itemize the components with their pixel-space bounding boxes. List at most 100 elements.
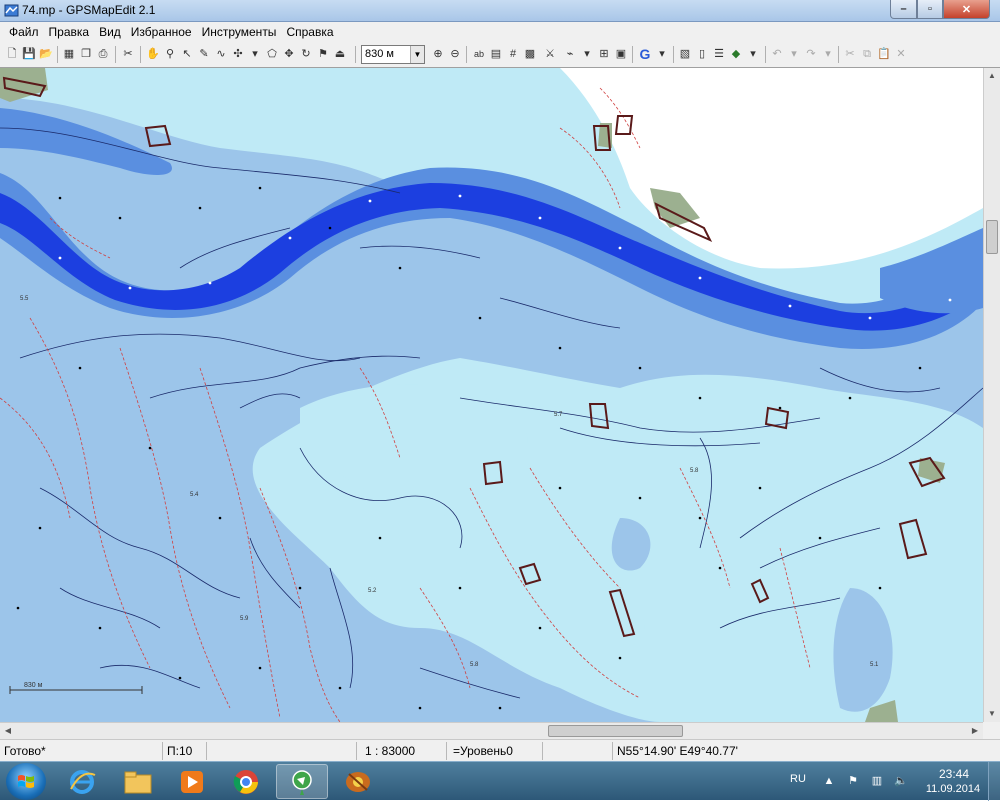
language-indicator[interactable]: RU [790, 773, 806, 785]
title-bar[interactable]: 74.mp - GPSMapEdit 2.1 – ▫ ✕ [0, 0, 1000, 22]
status-empty [206, 742, 356, 760]
polyline-tool-icon[interactable]: ∿ [213, 46, 229, 62]
map-sheet-icon[interactable]: ▧ [677, 46, 693, 62]
move-tool-icon[interactable]: ✥ [281, 46, 297, 62]
status-empty [542, 742, 612, 760]
chrome-icon[interactable] [220, 764, 272, 799]
routing-icon[interactable]: ⚔ [542, 46, 558, 62]
text-labels-icon[interactable]: ab [471, 46, 487, 62]
dropdown-arrow-icon[interactable]: ▾ [579, 46, 595, 62]
clock-date[interactable]: 11.09.2014 [922, 783, 984, 795]
edit-tool-icon[interactable]: ✎ [196, 46, 212, 62]
menu-tools[interactable]: Инструменты [197, 22, 282, 42]
dropdown-arrow-icon[interactable]: ▾ [745, 46, 761, 62]
clock-time[interactable]: 23:44 [934, 767, 974, 781]
chevron-down-icon[interactable]: ▼ [410, 46, 424, 63]
copy-icon[interactable]: ❐ [78, 46, 94, 62]
zoom-in-icon[interactable]: ⊕ [430, 46, 446, 62]
cut-tool-icon[interactable]: ✂ [120, 46, 136, 62]
layers-icon[interactable]: ◆ [728, 46, 744, 62]
undo-icon[interactable]: ↶ [769, 46, 785, 62]
polygon-tool-icon[interactable]: ⬠ [264, 46, 280, 62]
depth-map[interactable]: 5.7 5.5 5.2 5.8 5.9 5.8 5.1 5.4 830 м [0, 68, 983, 722]
print-icon[interactable]: ⎙ [95, 46, 111, 62]
transparency-icon[interactable]: ▤ [488, 46, 504, 62]
menu-edit[interactable]: Правка [44, 22, 95, 42]
zoom-tool-icon[interactable]: ⚲ [162, 46, 178, 62]
raster-icon[interactable]: ▩ [522, 46, 538, 62]
action-center-flag-icon[interactable]: ⚑ [846, 775, 860, 788]
scroll-down-icon[interactable]: ▼ [984, 706, 1000, 722]
depth-label: 5.9 [240, 616, 249, 622]
rotate-tool-icon[interactable]: ↻ [298, 46, 314, 62]
select-tool-icon[interactable]: ↖ [179, 46, 195, 62]
cut-icon[interactable]: ✂ [842, 46, 858, 62]
menu-file[interactable]: Файл [4, 22, 44, 42]
file-explorer-icon[interactable] [112, 764, 164, 799]
status-objects: П:10 [162, 742, 206, 760]
dropdown-arrow-icon[interactable]: ▾ [247, 46, 263, 62]
minimize-button[interactable]: – [890, 0, 917, 19]
network-icon[interactable]: ▥ [870, 775, 884, 788]
gps-icon[interactable]: ⌁ [562, 46, 578, 62]
dropdown-arrow-icon[interactable]: ▾ [820, 46, 836, 62]
show-hidden-icons-icon[interactable]: ▲ [822, 775, 836, 788]
volume-muted-icon[interactable]: 🔈 [894, 775, 908, 788]
gpsmapedit-icon[interactable] [276, 764, 328, 799]
depth-label: 5.2 [368, 588, 377, 594]
scale-bar-label: 830 м [24, 682, 43, 689]
vertical-scrollbar[interactable]: ▲ ▼ [983, 68, 1000, 722]
zoom-out-icon[interactable]: ⊖ [447, 46, 463, 62]
status-coordinates: N55°14.90' E49°40.77' [612, 742, 1000, 760]
dropdown-arrow-icon[interactable]: ▾ [654, 46, 670, 62]
internet-explorer-icon[interactable] [56, 764, 108, 799]
windows-logo-icon [18, 775, 34, 788]
attributes-icon[interactable]: ☰ [711, 46, 727, 62]
hand-tool-icon[interactable]: ✋ [145, 46, 161, 62]
menu-bar: Файл Правка Вид Избранное Инструменты Сп… [0, 22, 1000, 42]
menu-help[interactable]: Справка [281, 22, 338, 42]
horizontal-scrollbar[interactable]: ◀ ▶ [0, 722, 983, 739]
paste-icon[interactable]: 📋 [876, 46, 892, 62]
toolbar: 🗋 💾 📂 ▦ ❐ ⎙ ✂ ✋ ⚲ ↖ ✎ ∿ ✣ ▾ ⬠ ✥ ↻ ⚑ ⏏ 83… [0, 42, 1000, 68]
scroll-up-icon[interactable]: ▲ [984, 68, 1000, 84]
scroll-right-icon[interactable]: ▶ [967, 723, 983, 739]
close-button[interactable]: ✕ [943, 0, 990, 19]
vertical-scroll-thumb[interactable] [986, 220, 998, 254]
node-tool-icon[interactable]: ✣ [230, 46, 246, 62]
app-icon [4, 4, 19, 17]
photo-icon[interactable]: ▣ [613, 46, 629, 62]
delete-icon[interactable]: ✕ [893, 46, 909, 62]
media-player-icon[interactable] [166, 764, 218, 799]
track-icon[interactable]: ⊞ [596, 46, 612, 62]
measure-tool-icon[interactable]: ⏏ [332, 46, 348, 62]
open-folder-icon[interactable]: 📂 [38, 46, 54, 62]
show-desktop-button[interactable] [988, 762, 1000, 801]
depth-label: 5.8 [470, 662, 479, 668]
menu-favorites[interactable]: Избранное [126, 22, 197, 42]
status-ready: Готово* [4, 744, 46, 758]
horizontal-scroll-thumb[interactable] [548, 725, 683, 737]
google-icon[interactable]: G [637, 46, 653, 62]
taskbar: RU ▲ ⚑ ▥ 🔈 23:44 11.09.2014 [0, 761, 1000, 801]
status-level: =Уровень0 [446, 742, 542, 760]
scroll-left-icon[interactable]: ◀ [0, 723, 16, 739]
waypoint-tool-icon[interactable]: ⚑ [315, 46, 331, 62]
scale-value: 830 м [365, 48, 394, 60]
save-icon[interactable]: 💾 [21, 46, 37, 62]
maximize-button[interactable]: ▫ [917, 0, 943, 19]
grid-icon[interactable]: # [505, 46, 521, 62]
status-bar: Готово* П:10 1 : 83000 =Уровень0 N55°14.… [0, 739, 1000, 761]
start-button[interactable] [6, 763, 46, 800]
map-viewer-icon[interactable] [332, 764, 384, 799]
new-file-icon[interactable]: 🗋 [4, 46, 20, 62]
dropdown-arrow-icon[interactable]: ▾ [786, 46, 802, 62]
map-canvas[interactable]: 5.7 5.5 5.2 5.8 5.9 5.8 5.1 5.4 830 м [0, 68, 983, 722]
scale-dropdown[interactable]: 830 м ▼ [361, 45, 425, 64]
menu-view[interactable]: Вид [94, 22, 126, 42]
document-icon[interactable]: ▯ [694, 46, 710, 62]
scrollbar-corner [983, 722, 1000, 739]
redo-icon[interactable]: ↷ [803, 46, 819, 62]
copy-icon[interactable]: ⧉ [859, 46, 875, 62]
properties-icon[interactable]: ▦ [61, 46, 77, 62]
